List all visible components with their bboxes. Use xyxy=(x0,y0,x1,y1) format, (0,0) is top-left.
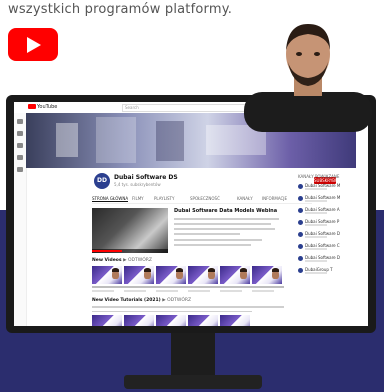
video-thumbnail[interactable] xyxy=(124,315,154,326)
library-icon[interactable] xyxy=(17,155,23,160)
monitor-base xyxy=(124,375,262,389)
video-caption xyxy=(124,286,156,292)
related-channel-item[interactable]: Dubai Software P xyxy=(298,219,358,231)
video-thumbnail[interactable] xyxy=(92,315,122,326)
history-icon[interactable] xyxy=(17,167,23,172)
video-caption xyxy=(156,286,188,292)
presenter-person xyxy=(244,24,372,132)
play-all-button[interactable]: ▶ ODTWÓRZ xyxy=(162,298,191,303)
related-channel-item[interactable]: Dubai Software C xyxy=(298,243,358,255)
section-title-tutorials: New Video Tutorials (2021) ▶ ODTWÓRZ xyxy=(92,298,192,303)
related-channel-item[interactable]: Dubai Software A xyxy=(298,207,358,219)
related-channel-item[interactable]: Dubai Software M xyxy=(298,183,358,195)
video-thumbnail[interactable] xyxy=(92,266,122,284)
related-channel-item[interactable]: Dubai Software D xyxy=(298,255,358,267)
play-all-button[interactable]: ▶ ODTWÓRZ xyxy=(123,258,152,263)
channel-avatar[interactable]: DD xyxy=(94,173,110,189)
tab-videos[interactable]: FILMY xyxy=(132,196,144,201)
home-icon[interactable] xyxy=(17,119,23,124)
video-thumbnail[interactable] xyxy=(156,315,186,326)
section-title-new-videos: New Videos ▶ ODTWÓRZ xyxy=(92,258,152,263)
video-caption xyxy=(92,286,124,292)
video-thumbnail[interactable] xyxy=(156,266,186,284)
video-thumbnail[interactable] xyxy=(188,266,218,284)
tab-playlists[interactable]: PLAYLISTY xyxy=(154,196,174,201)
tab-channels[interactable]: KANAŁY xyxy=(237,196,253,201)
youtube-screen: YouTube Search DD Dubai Software DS 5,4 … xyxy=(14,102,368,326)
related-channels-title: KANAŁY POWIĄZANE xyxy=(298,174,340,179)
tab-about[interactable]: INFORMACJE xyxy=(262,196,287,201)
related-channel-item[interactable]: Dubai Software D xyxy=(298,231,358,243)
video-progress-bar[interactable] xyxy=(92,249,168,253)
related-channels: KANAŁY POWIĄZANE Dubai Software M Dubai … xyxy=(298,174,358,279)
channel-tabs: STRONA GŁÓWNA FILMY PLAYLISTY SPOŁECZNOŚ… xyxy=(92,195,312,204)
related-channel-item[interactable]: DubaiGroup T xyxy=(298,267,358,279)
video-caption xyxy=(188,286,220,292)
video-thumbnail[interactable] xyxy=(220,266,250,284)
related-channel-item[interactable]: Dubai Software M xyxy=(298,195,358,207)
featured-video-description xyxy=(174,218,284,249)
channel-subscriber-count: 5,4 tys. subskrybentów xyxy=(114,182,161,187)
video-caption xyxy=(220,286,252,292)
video-caption xyxy=(252,286,284,292)
subscriptions-icon[interactable] xyxy=(17,143,23,148)
explore-icon[interactable] xyxy=(17,131,23,136)
monitor-stand xyxy=(171,333,215,379)
tab-home[interactable]: STRONA GŁÓWNA xyxy=(92,196,129,202)
channel-name: Dubai Software DS xyxy=(114,174,178,181)
video-thumbnail[interactable] xyxy=(188,315,218,326)
play-icon xyxy=(27,37,41,53)
video-thumbnail[interactable] xyxy=(220,315,250,326)
featured-video-player[interactable] xyxy=(92,208,168,253)
hero-text: wszystkich programów platformy. xyxy=(8,2,233,17)
video-thumbnail[interactable] xyxy=(124,266,154,284)
video-thumbnail[interactable] xyxy=(252,266,282,284)
tab-community[interactable]: SPOŁECZNOŚĆ xyxy=(190,196,220,201)
section-description xyxy=(92,306,292,315)
featured-video-title[interactable]: Dubai Software Data Models Webina xyxy=(174,208,284,214)
youtube-logo-icon[interactable] xyxy=(8,28,58,61)
youtube-brand[interactable]: YouTube xyxy=(28,104,57,110)
